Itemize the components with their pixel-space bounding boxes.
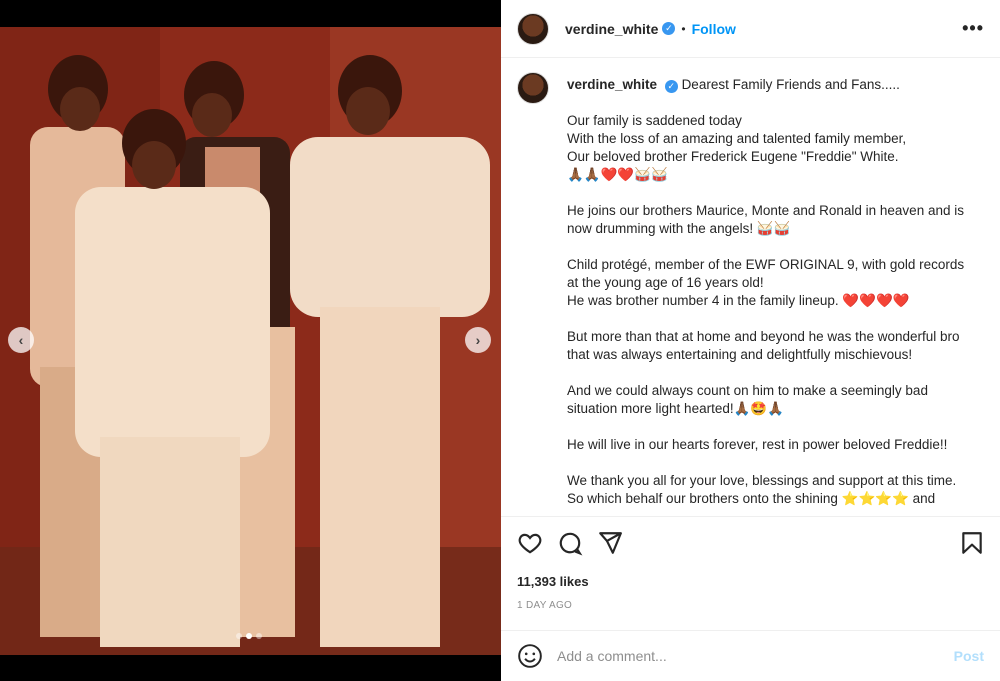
caption-paragraph: Our family is saddened today With the lo… (567, 113, 907, 182)
verified-badge-icon: ✓ (664, 79, 678, 93)
follow-button[interactable]: Follow (692, 21, 736, 37)
caption-username[interactable]: verdine_white (567, 77, 657, 92)
post-comment-button[interactable]: Post (954, 648, 984, 664)
carousel-dot (256, 633, 262, 639)
carousel-dot (236, 633, 242, 639)
post-header: verdine_white ✓ • Follow ••• (501, 0, 1000, 58)
caption-paragraph: So which behalf our brothers onto the sh… (567, 491, 936, 506)
caption-paragraph: We thank you all for your love, blessing… (567, 473, 957, 488)
caption-text: verdine_white ✓ Dearest Family Friends a… (567, 72, 967, 508)
caption-paragraph: He will live in our hearts forever, rest… (567, 437, 948, 452)
caption-paragraph: Child protégé, member of the EWF ORIGINA… (567, 257, 965, 308)
carousel-indicator (236, 633, 262, 639)
caption-line: Dearest Family Friends and Fans..... (681, 77, 900, 92)
emoji-smiley-icon[interactable] (517, 643, 543, 669)
caption-paragraph: And we could always count on him to make… (567, 383, 928, 416)
comment-bar: Post (501, 630, 1000, 681)
caption-area[interactable]: verdine_white ✓ Dearest Family Friends a… (501, 58, 1000, 517)
like-count[interactable]: 11,393 likes (517, 574, 589, 589)
avatar[interactable] (517, 12, 549, 45)
save-bookmark-icon[interactable] (959, 530, 985, 556)
share-send-icon[interactable] (597, 530, 623, 556)
caption-avatar[interactable] (517, 72, 549, 104)
more-options-icon[interactable]: ••• (962, 18, 984, 39)
comment-input[interactable] (557, 648, 917, 664)
post-media: ‹ › (0, 0, 501, 681)
caption-paragraph: He joins our brothers Maurice, Monte and… (567, 203, 964, 236)
carousel-dot-active (246, 633, 252, 639)
post-details-panel: verdine_white ✓ • Follow ••• verdine_whi… (501, 0, 1000, 681)
post-actions (517, 530, 985, 556)
separator-dot: • (681, 21, 686, 36)
like-heart-icon[interactable] (517, 530, 543, 556)
caption-paragraph: But more than that at home and beyond he… (567, 329, 960, 362)
comment-bubble-icon[interactable] (557, 530, 583, 556)
caption-row: verdine_white ✓ Dearest Family Friends a… (517, 72, 984, 508)
post-photo (0, 27, 501, 655)
verified-badge-icon: ✓ (662, 22, 676, 35)
post-timestamp: 1 DAY AGO (517, 600, 573, 611)
carousel-next-button[interactable]: › (465, 327, 491, 353)
carousel-prev-button[interactable]: ‹ (8, 327, 34, 353)
post-author-username[interactable]: verdine_white (565, 21, 658, 37)
